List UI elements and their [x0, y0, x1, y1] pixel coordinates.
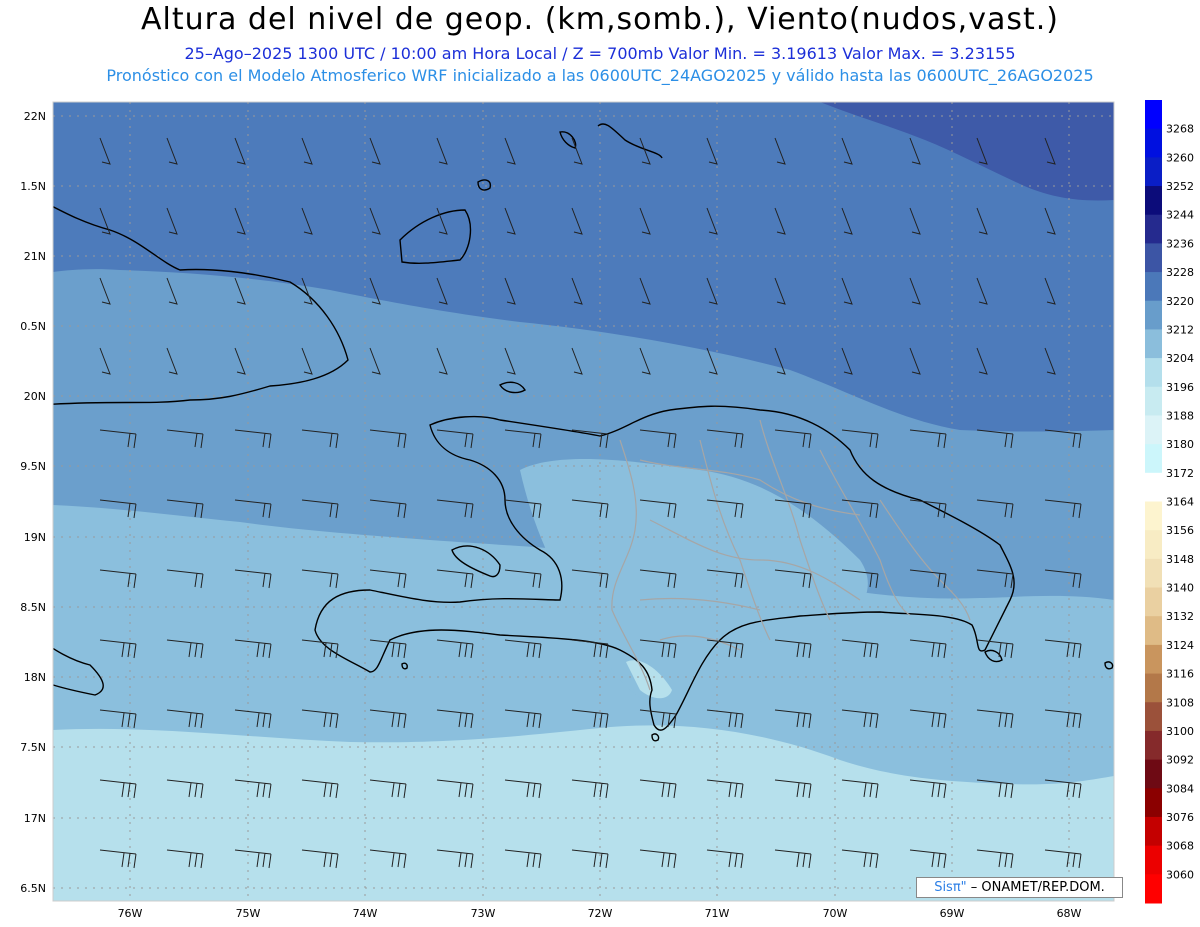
- lon-label: 76W: [118, 907, 143, 920]
- colorbar-label: 3180: [1166, 438, 1194, 451]
- colorbar-label: 3076: [1166, 811, 1194, 824]
- lon-label: 75W: [236, 907, 261, 920]
- lat-label: 1.5N: [20, 180, 46, 193]
- colorbar-swatch: [1145, 788, 1162, 818]
- colorbar-swatch: [1145, 358, 1162, 388]
- colorbar-label: 3140: [1166, 582, 1194, 595]
- lat-label: 17N: [24, 812, 46, 825]
- colorbar-label: 3268: [1166, 123, 1194, 136]
- colorbar: 3268 3260 3252 3244 3236 3228 3220 3212 3204 3196…: [1145, 100, 1194, 904]
- colorbar-swatch: [1145, 616, 1162, 646]
- lat-label: 6.5N: [20, 882, 46, 895]
- colorbar-label: 3188: [1166, 409, 1194, 422]
- colorbar-label: 3124: [1166, 639, 1194, 652]
- lon-label: 73W: [471, 907, 496, 920]
- colorbar-swatch: [1145, 816, 1162, 847]
- lat-label: 19N: [24, 531, 46, 544]
- lon-label: 72W: [588, 907, 613, 920]
- colorbar-label: 3092: [1166, 754, 1194, 767]
- colorbar-swatch: [1145, 186, 1162, 216]
- colorbar-swatch: [1145, 673, 1162, 703]
- colorbar-swatch: [1145, 329, 1162, 359]
- colorbar-swatch: [1145, 587, 1162, 617]
- colorbar-label: 3244: [1166, 209, 1194, 222]
- credit-text: – ONAMET/REP.DOM.: [970, 880, 1105, 895]
- colorbar-swatch: [1145, 501, 1162, 531]
- colorbar-swatch: [1145, 100, 1162, 130]
- colorbar-label: 3132: [1166, 610, 1194, 623]
- lon-label: 69W: [940, 907, 965, 920]
- colorbar-swatch: [1145, 558, 1162, 589]
- lat-label: 22N: [24, 110, 46, 123]
- colorbar-swatch: [1145, 157, 1162, 187]
- colorbar-label: 3060: [1166, 868, 1194, 881]
- colorbar-label: 3236: [1166, 237, 1194, 250]
- colorbar-label: 3252: [1166, 180, 1194, 193]
- lon-label: 71W: [705, 907, 730, 920]
- colorbar-swatch: [1145, 730, 1162, 761]
- longitude-labels: 76W 75W 74W 73W 72W 71W 70W 69W 68W: [118, 907, 1082, 920]
- colorbar-swatch: [1145, 386, 1162, 416]
- colorbar-swatch: [1145, 300, 1162, 330]
- geopotential-wind-map: 22N 1.5N 21N 0.5N 20N 9.5N 19N 8.5N 18N …: [20, 100, 1194, 920]
- colorbar-swatch: [1145, 644, 1162, 675]
- colorbar-swatch: [1145, 845, 1162, 875]
- lat-label: 21N: [24, 250, 46, 263]
- colorbar-label: 3148: [1166, 553, 1194, 566]
- colorbar-label: 3084: [1166, 782, 1194, 795]
- lon-label: 68W: [1057, 907, 1082, 920]
- lat-label: 9.5N: [20, 460, 46, 473]
- credit-brand: Sisπ": [934, 880, 967, 895]
- lat-label: 20N: [24, 390, 46, 403]
- colorbar-swatch: [1145, 272, 1162, 302]
- colorbar-swatch: [1145, 214, 1162, 244]
- colorbar-label: 3196: [1166, 381, 1194, 394]
- colorbar-label: 3212: [1166, 323, 1194, 336]
- colorbar-label: 3108: [1166, 696, 1194, 709]
- colorbar-swatch: [1145, 415, 1162, 445]
- colorbar-label: 3068: [1166, 840, 1194, 853]
- credit-box: Sisπ" – ONAMET/REP.DOM.: [916, 877, 1123, 898]
- lon-label: 70W: [823, 907, 848, 920]
- lat-label: 0.5N: [20, 320, 46, 333]
- colorbar-label: 3228: [1166, 266, 1194, 279]
- colorbar-swatch: [1145, 444, 1162, 474]
- colorbar-label: 3220: [1166, 295, 1194, 308]
- lat-label: 7.5N: [20, 741, 46, 754]
- colorbar-swatch: [1145, 530, 1162, 560]
- colorbar-swatch: [1145, 472, 1162, 502]
- colorbar-label: 3100: [1166, 725, 1194, 738]
- latitude-labels: 22N 1.5N 21N 0.5N 20N 9.5N 19N 8.5N 18N …: [20, 110, 46, 895]
- colorbar-label: 3172: [1166, 467, 1194, 480]
- colorbar-label: 3204: [1166, 352, 1194, 365]
- colorbar-swatch: [1145, 243, 1162, 273]
- colorbar-swatch: [1145, 759, 1162, 789]
- colorbar-label: 3156: [1166, 524, 1194, 537]
- colorbar-swatch: [1145, 874, 1162, 904]
- lat-label: 18N: [24, 671, 46, 684]
- map-canvas: [53, 102, 1114, 901]
- lat-label: 8.5N: [20, 601, 46, 614]
- colorbar-label: 3116: [1166, 668, 1194, 681]
- colorbar-swatch: [1145, 128, 1162, 158]
- colorbar-label: 3260: [1166, 151, 1194, 164]
- lon-label: 74W: [353, 907, 378, 920]
- colorbar-swatch: [1145, 702, 1162, 732]
- colorbar-label: 3164: [1166, 496, 1194, 509]
